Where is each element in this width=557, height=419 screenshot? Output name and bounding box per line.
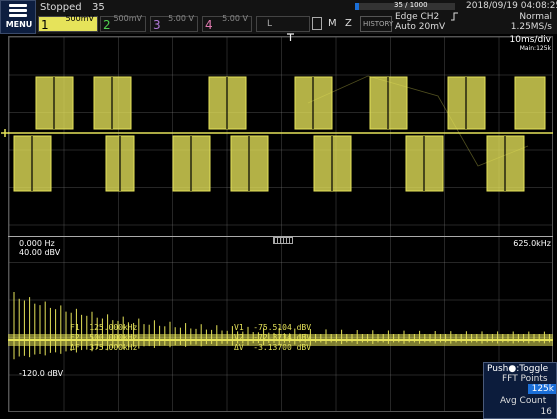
hamburger-icon xyxy=(9,4,27,18)
push-toggle-hint: Push●:Toggle xyxy=(487,364,549,374)
zoom-label: Z xyxy=(345,18,352,29)
trigger-source: Edge CH2 xyxy=(395,12,440,22)
date-time: 2018/09/19 04:08:25 xyxy=(466,1,557,11)
math-r-button[interactable] xyxy=(312,17,322,30)
acquisition-count: 35 xyxy=(92,2,105,13)
avg-count-label: Avg Count xyxy=(500,396,547,406)
rising-edge-icon xyxy=(451,12,458,21)
cursor-delta-f: ΔF 375.000kHz xyxy=(70,343,138,352)
channel-scale: 5.00 V xyxy=(222,14,248,23)
fft-softkey-panel[interactable]: Push●:Toggle FFT Points 125k Avg Count 1… xyxy=(483,362,557,419)
cursor-v1: V1 -75.5104 dBV xyxy=(234,323,312,332)
trigger-settings[interactable]: Edge CH2 Auto 20mV xyxy=(393,11,469,33)
history-label: HISTORY xyxy=(363,20,394,28)
cursor-delta-v: ΔV -3.13700 dBV xyxy=(234,343,312,352)
channel-number: 3 xyxy=(153,18,161,32)
history-button[interactable]: HISTORY xyxy=(360,16,394,32)
avg-count-value[interactable]: 16 xyxy=(541,407,552,417)
channel-scale: 5.00 V xyxy=(168,14,194,23)
run-state: Stopped xyxy=(40,2,82,13)
menu-label: MENU xyxy=(5,20,33,29)
cursor-f1: F1 125.000kHz xyxy=(70,323,138,332)
channel-number: 1 xyxy=(41,18,49,32)
record-position-marker xyxy=(355,3,359,10)
acquisition-mode: Normal xyxy=(519,12,552,22)
channel-scale: 500mV xyxy=(65,14,94,23)
cursor-f2: F2 500.000kHz xyxy=(70,333,138,342)
channel-4-button[interactable]: 4 5.00 V xyxy=(202,14,252,32)
channel-number: 4 xyxy=(205,18,213,32)
math-button[interactable]: M xyxy=(324,16,340,32)
logic-label: L xyxy=(267,19,273,29)
sample-rate: 1.25MS/s xyxy=(510,22,552,32)
ch1-waveform xyxy=(8,75,553,192)
channel-3-button[interactable]: 3 5.00 V xyxy=(150,14,198,32)
logic-button[interactable]: L xyxy=(256,16,310,32)
channel-scale: 500mV xyxy=(113,14,142,23)
fft-points-value[interactable]: 125k xyxy=(528,384,556,394)
zoom-button[interactable]: Z xyxy=(341,16,357,32)
channel-number: 2 xyxy=(103,18,111,32)
ch1-ground-marker-icon xyxy=(1,129,9,137)
channel-2-button[interactable]: 2 500mV xyxy=(100,14,146,32)
history-counter: 35 / 1000 xyxy=(394,1,428,9)
cursor-v2: V2 -72.3734 dBV xyxy=(234,333,312,342)
fft-points-label: FFT Points xyxy=(502,374,548,384)
menu-button[interactable]: MENU xyxy=(0,0,36,34)
math-label: M xyxy=(328,18,337,29)
channel-1-button[interactable]: 1 500mV xyxy=(38,14,98,32)
trigger-mode: Auto 20mV xyxy=(395,22,446,32)
